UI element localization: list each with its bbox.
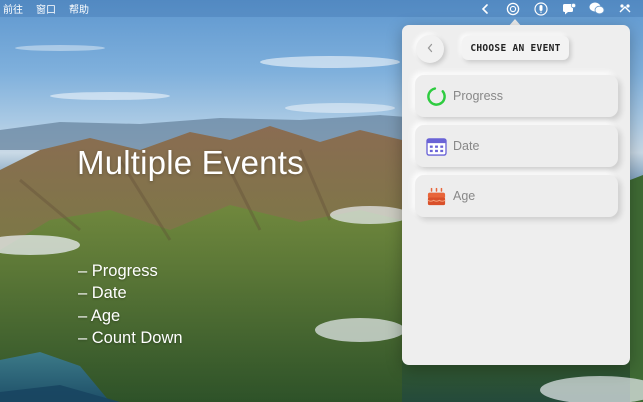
menu-item-window[interactable]: 窗口: [36, 1, 63, 16]
feature-item: Date: [78, 282, 183, 304]
birthday-cake-icon: [425, 185, 447, 207]
event-option-date[interactable]: Date: [415, 125, 618, 167]
feature-list: Progress Date Age Count Down: [78, 260, 183, 349]
event-picker-panel: CHOOSE AN EVENT Progress Date Age: [402, 25, 630, 365]
event-app-icon[interactable]: [499, 0, 527, 17]
hero-title: Multiple Events: [77, 144, 304, 181]
feature-item: Progress: [78, 260, 183, 282]
event-option-label: Date: [453, 139, 480, 153]
calendar-icon: [425, 135, 447, 157]
event-option-label: Age: [453, 189, 476, 203]
menu-item-help[interactable]: 帮助: [69, 1, 96, 16]
feature-item: Age: [78, 305, 183, 327]
chevron-left-icon: [426, 40, 434, 58]
feature-item: Count Down: [78, 327, 183, 349]
event-option-label: Progress: [453, 89, 504, 103]
menu-bar-left: 前往 窗口 帮助: [0, 1, 102, 16]
notification-icon[interactable]: [555, 0, 583, 17]
chevron-left-icon[interactable]: [471, 0, 499, 17]
microphone-icon[interactable]: [527, 0, 555, 17]
back-button[interactable]: [416, 35, 444, 63]
menu-bar: 前往 窗口 帮助: [0, 0, 643, 17]
panel-header: CHOOSE AN EVENT: [402, 25, 630, 70]
menu-item-go[interactable]: 前往: [3, 1, 30, 16]
panel-title: CHOOSE AN EVENT: [462, 36, 569, 60]
event-option-age[interactable]: Age: [415, 175, 618, 217]
event-option-progress[interactable]: Progress: [415, 75, 618, 117]
control-center-icon[interactable]: [611, 0, 639, 17]
wechat-icon[interactable]: [583, 0, 611, 17]
menu-bar-status-area: [471, 0, 639, 17]
progress-ring-icon: [425, 85, 447, 107]
